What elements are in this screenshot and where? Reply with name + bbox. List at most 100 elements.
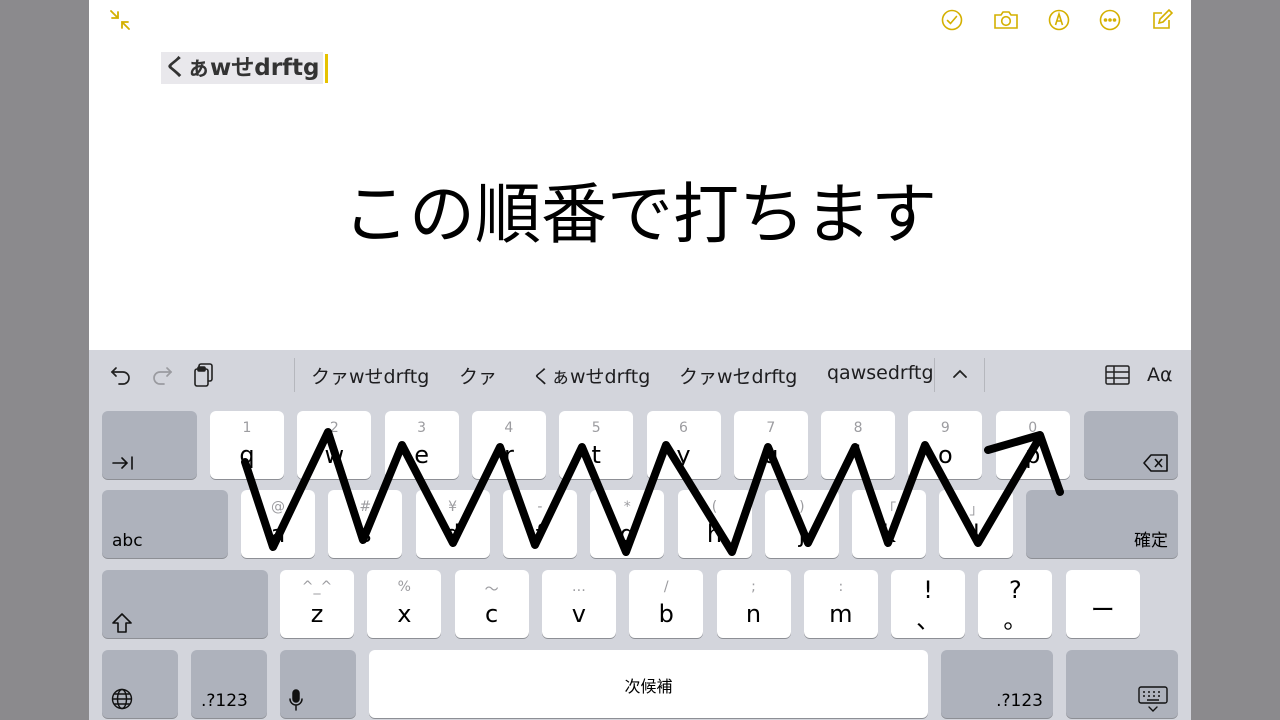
- row3-key-5[interactable]: ; n: [716, 570, 791, 638]
- bar-divider: [984, 358, 985, 392]
- redo-icon[interactable]: [151, 364, 173, 386]
- globe-key[interactable]: [102, 650, 178, 718]
- key-secondary-label: :: [838, 579, 844, 595]
- shift-key[interactable]: [102, 570, 268, 638]
- tab-key[interactable]: [102, 411, 197, 479]
- key-label: t: [591, 441, 601, 469]
- numbers-label: .?123: [996, 691, 1043, 711]
- key-label: k: [882, 520, 897, 548]
- row1-key-4[interactable]: 5t: [559, 411, 634, 479]
- key-label: y: [676, 441, 691, 469]
- row3-key-3[interactable]: … v: [541, 570, 616, 638]
- row2-key-2[interactable]: ¥ d: [415, 490, 490, 558]
- row1-key-5[interactable]: 6y: [646, 411, 721, 479]
- row3-key-9[interactable]: ー: [1065, 570, 1140, 638]
- key-label: q: [239, 441, 255, 469]
- row2-key-8[interactable]: 」 l: [939, 490, 1014, 558]
- key-secondary-label: ): [799, 499, 805, 515]
- confirm-label: 確定: [1134, 531, 1168, 551]
- checklist-icon[interactable]: [940, 8, 964, 32]
- key-label: i: [854, 441, 862, 469]
- row1-key-8[interactable]: 9o: [908, 411, 983, 479]
- paste-icon[interactable]: [193, 362, 215, 388]
- hide-keyboard-key[interactable]: [1066, 650, 1178, 718]
- key-secondary-label: 9: [940, 420, 950, 436]
- row3-key-4[interactable]: / b: [629, 570, 704, 638]
- row3-key-7[interactable]: !、: [891, 570, 966, 638]
- row1-key-6[interactable]: 7u: [733, 411, 808, 479]
- key-label: 。: [1003, 606, 1028, 634]
- candidate-4[interactable]: クァwセdrftg: [679, 362, 797, 389]
- key-secondary-label: 「: [882, 502, 897, 518]
- key-secondary-label: 〜: [484, 582, 499, 598]
- key-secondary-label: @: [271, 499, 285, 515]
- key-secondary-label: *: [623, 499, 631, 515]
- confirm-key[interactable]: 確定: [1026, 490, 1178, 558]
- candidate-5[interactable]: qawsedrftg: [827, 362, 934, 384]
- row2-key-5[interactable]: (h: [677, 490, 752, 558]
- key-secondary-label: 8: [853, 420, 863, 436]
- row3-key-0[interactable]: ^_^ z: [280, 570, 354, 638]
- candidate-3[interactable]: くぁwせdrftg: [532, 362, 650, 389]
- key-secondary-label: ¥: [448, 499, 458, 515]
- key-label: u: [763, 441, 779, 469]
- key-secondary-label: …: [571, 579, 586, 595]
- row2-key-3[interactable]: -f: [502, 490, 577, 558]
- globe-icon: [111, 688, 133, 710]
- numbers-key-right[interactable]: .?123: [941, 650, 1053, 718]
- more-icon[interactable]: [1098, 8, 1122, 32]
- key-label: e: [414, 441, 429, 469]
- row2-key-4[interactable]: * g: [590, 490, 665, 558]
- microphone-icon: [289, 689, 303, 711]
- key-label: v: [571, 600, 586, 628]
- row1-key-3[interactable]: 4r: [471, 411, 546, 479]
- compose-icon[interactable]: [1150, 8, 1174, 32]
- shift-icon: [112, 613, 132, 633]
- key-label: 、: [916, 606, 941, 634]
- collapse-icon[interactable]: [108, 8, 132, 32]
- format-text-button[interactable]: Aα: [1147, 364, 1173, 386]
- candidate-2[interactable]: クァ: [459, 362, 497, 389]
- row2-key-7[interactable]: 「k: [852, 490, 927, 558]
- key-label: b: [658, 600, 674, 628]
- key-label: n: [745, 600, 762, 628]
- row2-key-0[interactable]: @ a: [241, 490, 315, 558]
- row3-key-2[interactable]: 〜 c: [454, 570, 529, 638]
- row2-key-1[interactable]: # s: [328, 490, 403, 558]
- row1-key-9[interactable]: 0p: [995, 411, 1070, 479]
- key-label: o: [938, 441, 953, 469]
- key-label: w: [324, 441, 345, 469]
- row2-key-6[interactable]: ) j: [764, 490, 839, 558]
- camera-icon[interactable]: [992, 8, 1020, 32]
- note-caption: この順番で打ちます: [343, 176, 937, 253]
- row3-key-8[interactable]: ?。: [978, 570, 1053, 638]
- candidate-1[interactable]: クァwせdrftg: [311, 362, 429, 389]
- space-key[interactable]: 次候補: [369, 650, 928, 718]
- key-secondary-label: %: [397, 579, 411, 595]
- abc-key[interactable]: abc: [102, 490, 228, 558]
- key-label: j: [798, 520, 806, 548]
- row1-key-1[interactable]: 2w: [297, 411, 372, 479]
- row1-key-2[interactable]: 3e: [384, 411, 459, 479]
- row3-key-6[interactable]: :m: [803, 570, 878, 638]
- key-secondary-label: (: [711, 499, 718, 515]
- key-label: l: [973, 520, 980, 548]
- key-label: f: [535, 520, 545, 548]
- dictation-key[interactable]: [280, 650, 356, 718]
- undo-icon[interactable]: [110, 364, 132, 386]
- expand-candidates-icon[interactable]: [951, 366, 969, 382]
- key-label: s: [359, 520, 372, 548]
- row3-key-1[interactable]: % x: [367, 570, 442, 638]
- marked-text-input[interactable]: くぁwせdrftg: [161, 52, 323, 84]
- table-icon[interactable]: [1105, 365, 1130, 385]
- key-secondary-label: 0: [1028, 420, 1038, 436]
- key-label: a: [270, 520, 286, 548]
- markup-pen-icon[interactable]: [1047, 8, 1071, 32]
- key-secondary-label: #: [359, 499, 372, 515]
- row1-key-0[interactable]: 1q: [210, 411, 284, 479]
- bar-divider: [934, 358, 935, 392]
- delete-key[interactable]: [1084, 411, 1178, 479]
- row1-key-7[interactable]: 8i: [821, 411, 896, 479]
- numbers-key-left[interactable]: .?123: [191, 650, 267, 718]
- key-secondary-label: 7: [766, 420, 776, 436]
